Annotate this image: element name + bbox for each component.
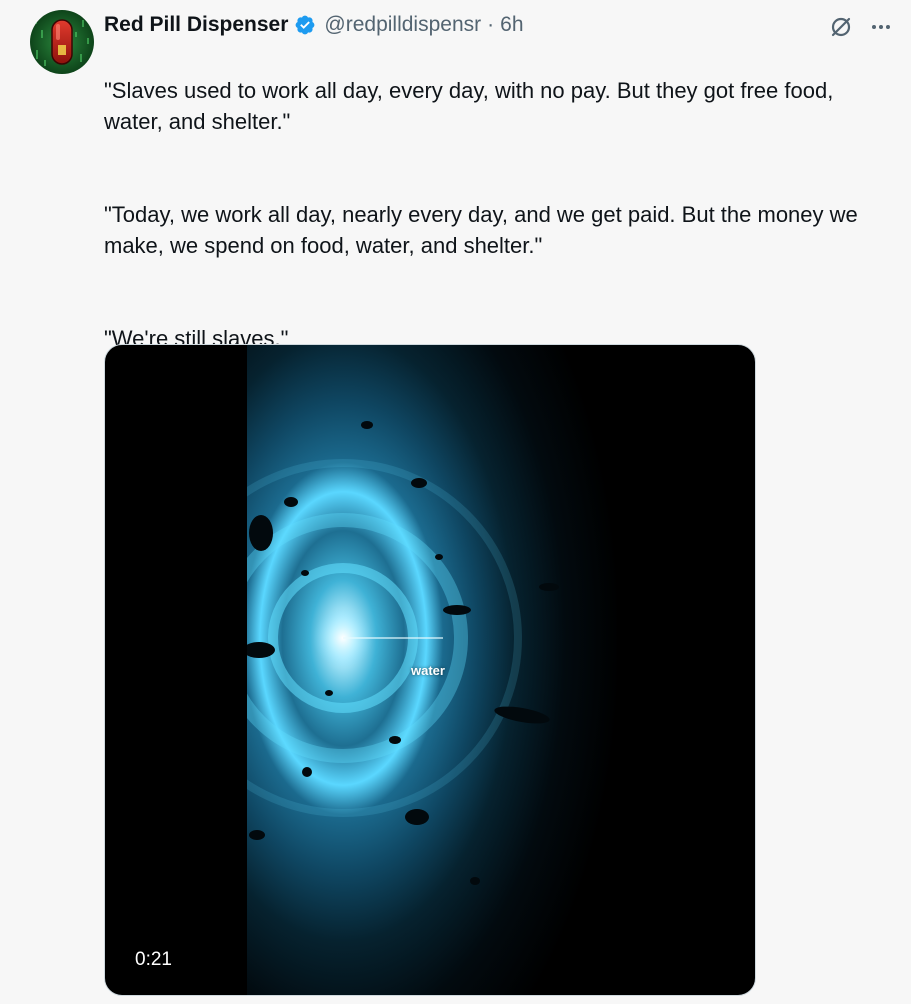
verified-badge-icon <box>294 14 316 36</box>
separator-dot: · <box>487 13 495 36</box>
tweet-paragraph: "Today, we work all day, nearly every da… <box>104 202 858 258</box>
video-duration: 0:21 <box>125 945 182 975</box>
tweet-card[interactable]: Red Pill Dispenser @redpilldispensr · 6h <box>0 0 911 1004</box>
grok-icon[interactable] <box>828 14 854 40</box>
video-caption: water <box>411 663 445 678</box>
avatar[interactable] <box>30 10 94 74</box>
red-pill-avatar-icon <box>30 10 94 74</box>
display-name[interactable]: Red Pill Dispenser <box>104 13 288 37</box>
more-icon[interactable] <box>868 14 894 40</box>
author-handle[interactable]: @redpilldispensr <box>324 13 481 37</box>
tweet-paragraph: "Slaves used to work all day, every day,… <box>104 78 834 134</box>
video-player[interactable]: water 0:21 <box>104 344 756 996</box>
tweet-header: Red Pill Dispenser @redpilldispensr · 6h <box>104 8 894 42</box>
timestamp[interactable]: 6h <box>500 13 523 37</box>
